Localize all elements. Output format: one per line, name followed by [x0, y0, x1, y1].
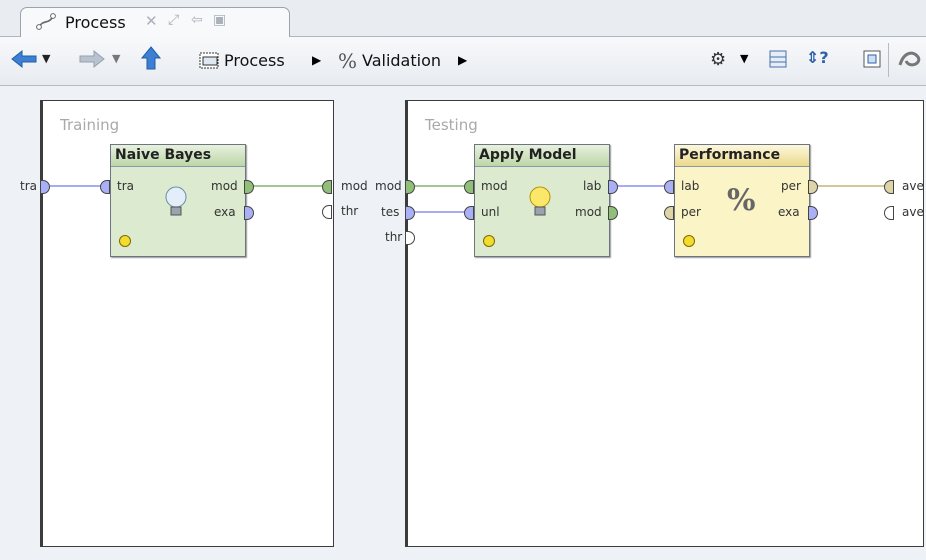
lightbulb-icon — [527, 185, 553, 223]
output-label-mod: mod — [211, 179, 238, 193]
testing-input-label-thr: thr — [385, 230, 403, 244]
input-label-per: per — [681, 205, 701, 219]
training-input-label: tra — [20, 179, 37, 193]
input-label-lab: lab — [681, 179, 700, 193]
input-label-mod: mod — [481, 179, 508, 193]
operator-title: Apply Model — [475, 145, 609, 167]
operator-title: Performance — [675, 145, 809, 167]
percent-icon: % — [727, 183, 756, 218]
apply-model-operator[interactable]: Apply Model mod unl lab mod — [474, 144, 610, 257]
apply-model-port-unl[interactable] — [464, 206, 474, 220]
connections — [50, 185, 887, 213]
performance-port-lab[interactable] — [664, 180, 674, 194]
naive-bayes-operator[interactable]: Naive Bayes tra mod exa — [110, 144, 246, 257]
performance-operator[interactable]: Performance lab per per exa % — [674, 144, 810, 257]
input-label-unl: unl — [481, 205, 500, 219]
apply-model-port-mod-in[interactable] — [464, 180, 474, 194]
training-output-port-mod[interactable] — [322, 180, 332, 194]
status-indicator — [483, 235, 495, 247]
testing-input-label-mod: mod — [375, 179, 402, 193]
testing-input-label-tes: tes — [381, 205, 400, 219]
lightbulb-icon — [163, 185, 189, 223]
performance-port-per-in[interactable] — [664, 206, 674, 220]
status-indicator — [683, 235, 695, 247]
output-label-lab: lab — [583, 179, 602, 193]
training-output-port-thr[interactable] — [322, 205, 332, 219]
output-label-mod: mod — [575, 205, 602, 219]
input-label-tra: tra — [117, 179, 134, 193]
training-output-label-thr: thr — [341, 204, 359, 218]
output-label-per: per — [781, 179, 801, 193]
output-label-exa: exa — [214, 205, 236, 219]
output-label-exa: exa — [778, 205, 800, 219]
status-indicator — [119, 235, 131, 247]
testing-output-port-ave-2[interactable] — [884, 206, 894, 220]
operator-title: Naive Bayes — [111, 145, 245, 167]
testing-output-port-ave-1[interactable] — [884, 180, 894, 194]
naive-bayes-port-tra[interactable] — [100, 180, 110, 194]
training-output-label-mod: mod — [341, 179, 368, 193]
testing-output-label-ave-2: ave — [902, 205, 924, 219]
testing-output-label-ave-1: ave — [902, 179, 924, 193]
